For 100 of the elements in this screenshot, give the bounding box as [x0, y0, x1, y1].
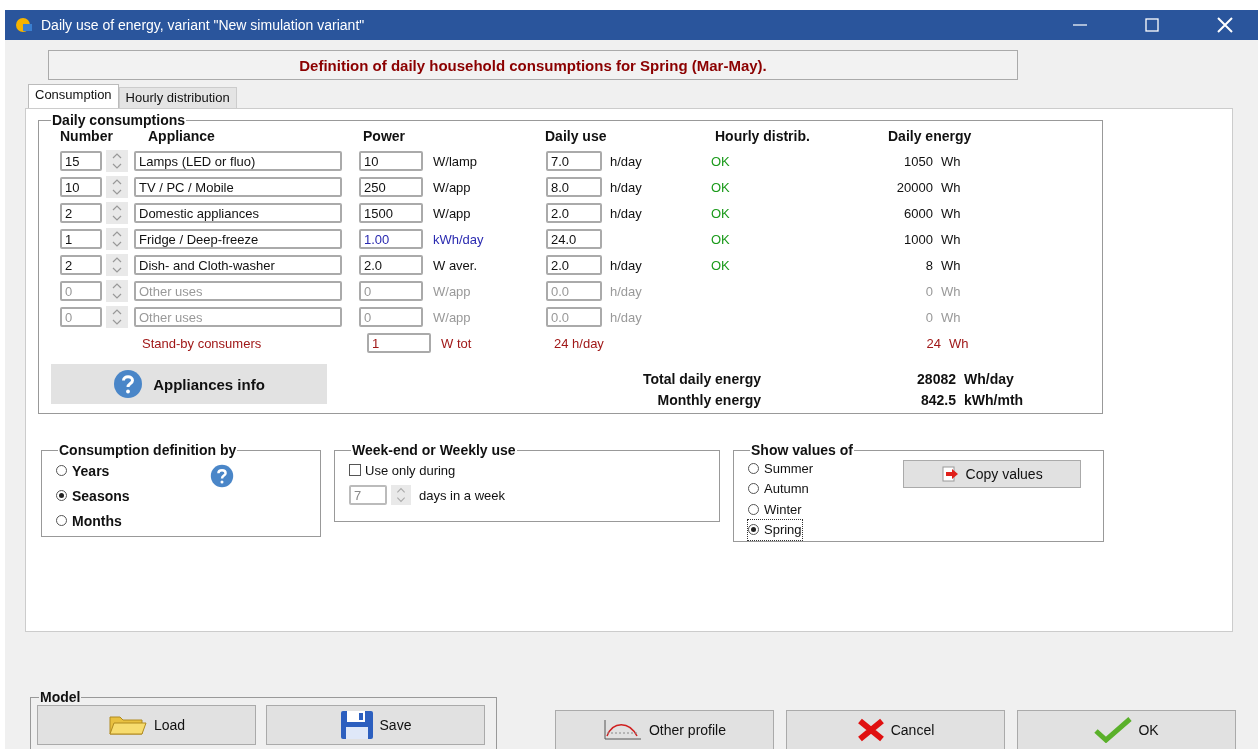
curve-chart-icon — [602, 719, 643, 741]
spin-button[interactable] — [106, 202, 128, 224]
status-text: OK — [711, 179, 730, 195]
number-field[interactable]: 1 — [60, 229, 102, 249]
radio-option[interactable]: Years — [56, 458, 130, 483]
radio-option[interactable]: Seasons — [56, 483, 130, 508]
spin-button[interactable] — [106, 306, 128, 328]
unit-label: Wh/day — [963, 370, 1014, 387]
status-text: OK — [711, 231, 730, 247]
unit-label: W/app — [432, 205, 472, 221]
column-header: Power — [363, 128, 405, 144]
spin-button[interactable] — [391, 484, 411, 506]
cross-icon — [856, 718, 885, 742]
app-icon — [15, 17, 33, 33]
tab[interactable]: Hourly distribution — [118, 87, 237, 108]
energy-value: 1050 — [903, 153, 933, 169]
appliance-field[interactable]: Dish- and Cloth-washer — [134, 255, 342, 275]
daily-use-field[interactable]: 7.0 — [546, 151, 602, 171]
radio-option[interactable]: Months — [56, 508, 130, 533]
unit-label: kWh/day — [432, 231, 485, 247]
energy-value: 24 — [925, 335, 941, 351]
column-header: Appliance — [148, 128, 215, 144]
unit-label: Wh — [940, 309, 961, 325]
appliance-field[interactable]: TV / PC / Mobile — [134, 177, 342, 197]
power-field[interactable]: 10 — [359, 151, 423, 171]
power-field[interactable]: 2.0 — [359, 255, 423, 275]
unit-label: Wh — [940, 179, 961, 195]
group-title: Model — [39, 689, 82, 705]
daily-use-field[interactable]: 8.0 — [546, 177, 602, 197]
appliance-field[interactable]: Fridge / Deep-freeze — [134, 229, 342, 249]
column-header: Daily use — [545, 128, 607, 144]
folder-icon — [107, 714, 148, 736]
total-value: 28082 — [916, 370, 956, 387]
energy-value: 0 — [924, 283, 933, 299]
unit-label: h/day — [610, 179, 642, 195]
window-title: Daily use of energy, variant "New simulation variant" — [41, 17, 366, 33]
energy-value: 8 — [924, 257, 933, 273]
number-field[interactable]: 2 — [60, 255, 102, 275]
unit-label: Wh — [940, 231, 961, 247]
spin-button[interactable] — [106, 176, 128, 198]
unit-label: Wh — [940, 257, 961, 273]
total-label: Total daily energy — [642, 370, 761, 387]
radio-option[interactable]: Spring — [748, 519, 802, 540]
maximize-icon[interactable] — [1145, 18, 1159, 32]
tab[interactable]: Consumption — [28, 84, 119, 108]
days-label: days in a week — [419, 487, 505, 503]
daily-use-field[interactable]: 24.0 — [546, 229, 602, 249]
other-profile-button[interactable]: Other profile — [555, 710, 774, 749]
arrow-icon — [941, 466, 960, 482]
power-field[interactable]: 250 — [359, 177, 423, 197]
copy-values-button[interactable]: Copy values — [903, 460, 1082, 488]
status-text: OK — [711, 257, 730, 273]
daily-use-field[interactable]: 2.0 — [546, 203, 602, 223]
status-text: OK — [711, 153, 730, 169]
appliances-info-button[interactable]: Appliances info — [51, 364, 327, 404]
unit-label: Wh — [940, 283, 961, 299]
unit-label: W/app — [432, 283, 472, 299]
energy-value: 20000 — [895, 179, 933, 195]
daily-use-text: 24 h/day — [554, 335, 605, 351]
unit-label: Wh — [940, 153, 961, 169]
energy-value: 0 — [924, 309, 933, 325]
power-field[interactable]: 1500 — [359, 203, 423, 223]
unit-label: h/day — [610, 205, 642, 221]
number-field[interactable]: 10 — [60, 177, 102, 197]
unit-label: h/day — [610, 283, 642, 299]
radio-option[interactable]: Winter — [748, 499, 802, 520]
energy-value: 1000 — [903, 231, 933, 247]
number-field[interactable]: 15 — [60, 151, 102, 171]
unit-label: h/day — [610, 257, 642, 273]
help-icon[interactable] — [209, 464, 234, 488]
unit-label: W aver. — [432, 257, 479, 273]
column-header: Number — [60, 128, 113, 144]
group-title: Show values of — [750, 442, 854, 458]
appliance-field[interactable]: Domestic appliances — [134, 203, 342, 223]
unit-label: W/lamp — [432, 153, 479, 169]
spin-button[interactable] — [106, 150, 128, 172]
power-field[interactable]: 1.00 — [359, 229, 423, 249]
radio-option[interactable]: Autumn — [748, 478, 809, 499]
column-header: Daily energy — [888, 128, 972, 144]
standby-label: Stand-by consumers — [142, 335, 263, 351]
spin-button[interactable] — [106, 254, 128, 276]
appliance-field[interactable]: Lamps (LED or fluo) — [134, 151, 342, 171]
ok-button[interactable]: OK — [1017, 710, 1236, 749]
load-button[interactable]: Load — [37, 705, 256, 745]
column-header: Hourly distrib. — [715, 128, 810, 144]
cancel-button[interactable]: Cancel — [786, 710, 1005, 749]
checkbox-option[interactable]: Use only during — [349, 458, 719, 482]
checkmark-icon — [1094, 717, 1133, 743]
help-icon — [113, 369, 144, 399]
daily-use-field[interactable]: 2.0 — [546, 255, 602, 275]
unit-label: Wh — [940, 205, 961, 221]
unit-label: W/app — [432, 309, 472, 325]
close-icon[interactable] — [1217, 17, 1233, 33]
spin-button[interactable] — [106, 280, 128, 302]
number-field[interactable]: 2 — [60, 203, 102, 223]
power-field[interactable]: 1 — [367, 333, 431, 353]
group-title: Week-end or Weekly use — [351, 442, 517, 458]
save-button[interactable]: Save — [266, 705, 485, 745]
spin-button[interactable] — [106, 228, 128, 250]
radio-option[interactable]: Summer — [748, 458, 814, 479]
